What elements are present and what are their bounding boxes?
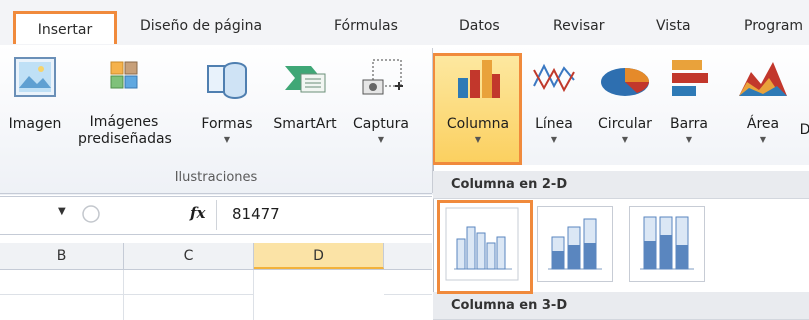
line-chart-icon — [533, 63, 575, 93]
insert-function-button[interactable]: fx — [190, 204, 205, 222]
barra-dropdown-icon: ▼ — [685, 135, 693, 144]
stacked-100-column-option[interactable] — [629, 206, 705, 282]
picture-icon — [14, 57, 56, 97]
column-gridline — [123, 270, 124, 320]
dispersion-button-partial[interactable]: D — [798, 122, 809, 139]
stacked-column-icon — [546, 213, 604, 275]
tab-revisar[interactable]: Revisar — [553, 14, 605, 38]
imagenes-predisenadas-button[interactable]: Imágenes prediseñadas — [78, 56, 172, 148]
section-header-3d: Columna en 3-D — [433, 292, 809, 320]
column-header-b[interactable]: B — [0, 243, 124, 269]
columna-dropdown-icon: ▼ — [474, 135, 482, 144]
stacked-column-option[interactable] — [537, 206, 613, 282]
column-header-c[interactable]: C — [124, 243, 254, 269]
stacked-100-column-icon — [638, 213, 696, 275]
captura-dropdown-icon: ▼ — [377, 135, 385, 144]
smartart-button[interactable]: SmartArt — [268, 56, 342, 133]
tab-diseno-pagina[interactable]: Diseño de página — [140, 14, 262, 38]
imagen-button[interactable]: Imagen — [8, 56, 62, 133]
group-divider — [0, 193, 432, 194]
bar-chart-icon — [672, 60, 708, 96]
clustered-column-icon — [445, 207, 519, 281]
columna-button[interactable]: Columna ▼ — [436, 56, 520, 145]
namebox-resize-handle[interactable] — [80, 203, 102, 225]
area-dropdown-icon: ▼ — [759, 135, 767, 144]
tab-insertar[interactable]: Insertar — [13, 11, 117, 44]
captura-button[interactable]: Captura ▼ — [344, 56, 418, 145]
tab-vista[interactable]: Vista — [656, 14, 691, 38]
area-chart-icon — [739, 62, 787, 96]
barra-button[interactable]: Barra ▼ — [666, 56, 712, 145]
section-header-2d: Columna en 2-D — [433, 171, 809, 199]
circle-handle-icon — [82, 205, 100, 223]
clipart-icon — [110, 61, 138, 89]
tab-datos[interactable]: Datos — [459, 14, 500, 38]
clustered-column-option[interactable] — [437, 200, 533, 294]
tab-programador[interactable]: Program — [744, 14, 803, 38]
circular-button[interactable]: Circular ▼ — [590, 56, 660, 145]
linea-button[interactable]: Línea ▼ — [528, 56, 580, 145]
namebox-dropdown-icon[interactable]: ▼ — [58, 206, 66, 217]
tab-formulas[interactable]: Fórmulas — [334, 14, 398, 38]
circular-dropdown-icon: ▼ — [621, 135, 629, 144]
formula-separator — [216, 200, 217, 230]
formas-button[interactable]: Formas ▼ — [198, 56, 256, 145]
column-chart-icon — [458, 60, 500, 98]
formas-dropdown-icon: ▼ — [223, 135, 231, 144]
group-label-ilustraciones: Ilustraciones — [174, 170, 258, 185]
smartart-icon — [285, 66, 326, 93]
shapes-icon — [207, 62, 247, 99]
screenshot-icon — [362, 59, 403, 95]
pie-chart-icon — [601, 68, 649, 96]
formula-input[interactable]: 81477 — [232, 205, 280, 223]
cell-d1[interactable] — [254, 270, 384, 320]
column-header-d[interactable]: D — [254, 243, 384, 269]
linea-dropdown-icon: ▼ — [550, 135, 558, 144]
area-button[interactable]: Área ▼ — [734, 56, 792, 145]
